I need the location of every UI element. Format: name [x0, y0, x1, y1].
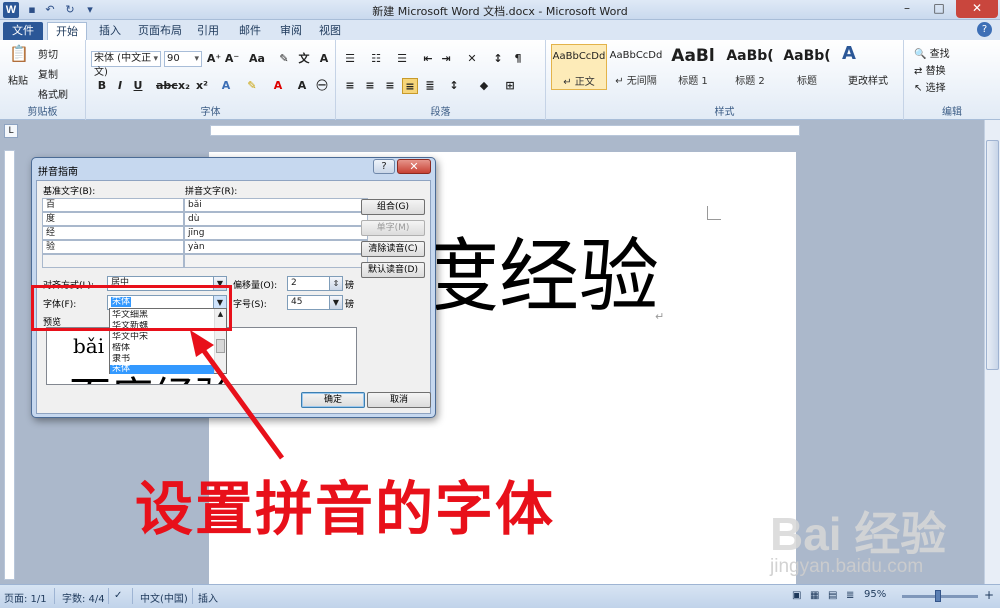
web-layout-icon[interactable]: ▤	[828, 590, 837, 601]
zoom-slider-thumb[interactable]	[935, 590, 941, 602]
annotation-text: 设置拼音的字体	[135, 475, 556, 543]
outline-icon[interactable]: ≣	[846, 590, 854, 601]
divider	[54, 588, 55, 604]
print-layout-icon[interactable]: ▣	[792, 590, 801, 601]
zoom-level[interactable]: 95%	[864, 589, 886, 600]
status-bar: 页面: 1/1 字数: 4/4 ✓ 中文(中国) 插入 ▣ ▦ ▤ ≣ 95% …	[0, 584, 1000, 608]
insert-mode[interactable]: 插入	[198, 590, 218, 605]
language-indicator[interactable]: 中文(中国)	[140, 590, 188, 605]
page-count[interactable]: 页面: 1/1	[4, 590, 47, 605]
proofing-icon[interactable]: ✓	[114, 590, 122, 601]
divider	[132, 588, 133, 604]
full-screen-icon[interactable]: ▦	[810, 590, 819, 601]
word-count[interactable]: 字数: 4/4	[62, 590, 105, 605]
watermark-url: jingyan.baidu.com	[770, 556, 924, 577]
baidu-jingyan-logo: Bai 经验	[770, 508, 947, 560]
divider	[192, 588, 193, 604]
divider	[108, 588, 109, 604]
zoom-in-icon[interactable]: +	[984, 588, 994, 602]
